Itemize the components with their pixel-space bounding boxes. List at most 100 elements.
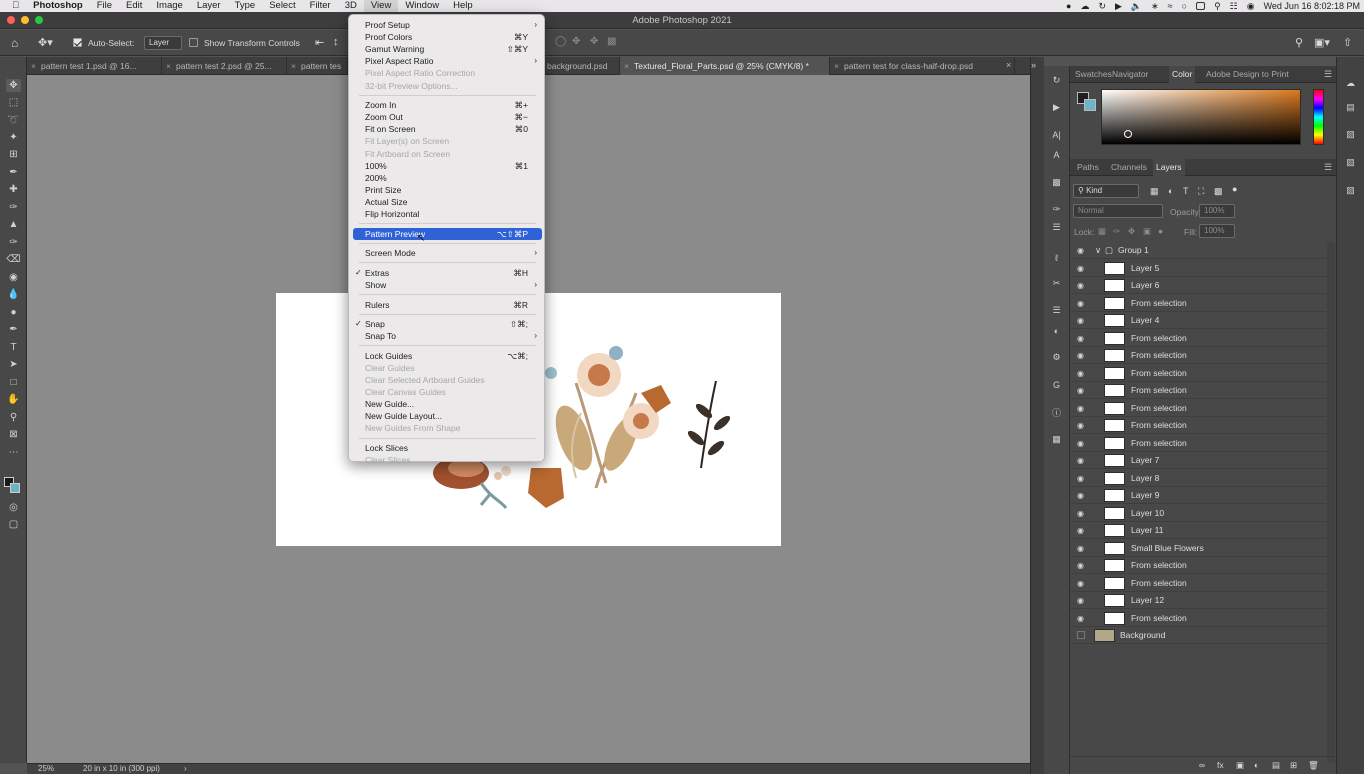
magic-wand-tool-icon[interactable]: ✦	[6, 131, 21, 144]
glyphs-panel-icon[interactable]: ℓ	[1050, 251, 1063, 264]
layer-row[interactable]: ◉ From selection	[1070, 400, 1326, 417]
visibility-eye-icon[interactable]: ◉	[1077, 439, 1084, 448]
view-menu-item-actual-size[interactable]: Actual Size	[353, 196, 542, 208]
close-tab-icon[interactable]: ×	[31, 57, 36, 75]
marquee-tool-icon[interactable]: ⬚	[6, 96, 21, 109]
more-tools-icon[interactable]: ⋯	[6, 446, 21, 459]
visibility-toggle[interactable]	[1077, 631, 1085, 639]
close-tab-icon[interactable]: ×	[1006, 60, 1011, 70]
layer-row[interactable]: ◉ From selection	[1070, 610, 1326, 627]
rectangle-tool-icon[interactable]: □	[6, 376, 21, 389]
close-tab-icon[interactable]: ×	[834, 57, 839, 75]
fx-icon[interactable]: fx	[1217, 760, 1224, 770]
layer-row[interactable]: ◉ From selection	[1070, 557, 1326, 574]
paint-bucket-tool-icon[interactable]: ◉	[6, 271, 21, 284]
view-menu-item-zoom-out[interactable]: Zoom Out ⌘−	[353, 111, 542, 123]
visibility-eye-icon[interactable]: ◉	[1077, 509, 1084, 518]
healing-brush-tool-icon[interactable]: ✚	[6, 183, 21, 196]
layer-row[interactable]: ◉ Layer 10	[1070, 505, 1326, 522]
color-picker-handle[interactable]	[1124, 130, 1132, 138]
move-tool-preset-icon[interactable]: ✥▾	[38, 36, 53, 49]
visibility-eye-icon[interactable]: ◉	[1077, 579, 1084, 588]
info-panel-icon[interactable]: ⓘ	[1050, 406, 1063, 419]
battery-icon[interactable]	[1196, 2, 1206, 10]
view-menu-item-show[interactable]: Show ›	[353, 279, 542, 291]
panel-menu-icon[interactable]: ☰	[1324, 69, 1332, 80]
lock-position-icon[interactable]: ✥	[1128, 226, 1135, 237]
layer-row[interactable]: ◉ From selection	[1070, 417, 1326, 434]
layer-row[interactable]: ◉ From selection	[1070, 295, 1326, 312]
play-icon[interactable]: ▶	[1115, 1, 1122, 12]
crop-tool-icon[interactable]: ⊞	[6, 148, 21, 161]
chevron-right-icon[interactable]: ›	[184, 764, 187, 774]
panel-collapse-strip[interactable]: »	[1030, 57, 1044, 774]
learn-panel-icon[interactable]: G	[1050, 378, 1063, 391]
visibility-eye-icon[interactable]: ◉	[1077, 351, 1084, 360]
wifi-icon[interactable]: ≈	[1168, 1, 1173, 11]
hand-tool-icon[interactable]: ✋	[6, 393, 21, 406]
workspace-icon[interactable]: ▣▾	[1314, 36, 1330, 49]
3d-rotate-icon[interactable]: ◯	[555, 36, 566, 47]
tab-channels[interactable]: Channels	[1108, 159, 1150, 176]
layer-row[interactable]: ◉ Layer 9	[1070, 487, 1326, 504]
volume-icon[interactable]: 🔈	[1131, 1, 1142, 12]
menu-view[interactable]: View	[363, 0, 399, 12]
patterns-icon[interactable]: ▧	[1344, 128, 1357, 141]
visibility-eye-icon[interactable]: ◉	[1077, 526, 1084, 535]
history-panel-icon[interactable]: ↻	[1050, 74, 1063, 87]
layer-row[interactable]: ◉ From selection	[1070, 365, 1326, 382]
control-center-icon[interactable]: ☷	[1230, 1, 1238, 12]
view-menu-item-fit-on-screen[interactable]: Fit on Screen ⌘0	[353, 123, 542, 135]
clone-stamp-tool-icon[interactable]: ▲	[6, 218, 21, 231]
visibility-eye-icon[interactable]: ◉	[1077, 456, 1084, 465]
screen-mode-icon[interactable]: ▢	[6, 518, 21, 531]
layer-row[interactable]: ◉ From selection	[1070, 575, 1326, 592]
lock-all-icon[interactable]: ●	[1158, 226, 1163, 236]
menubar-clock[interactable]: Wed Jun 16 8:02:18 PM	[1264, 1, 1360, 11]
layer-row[interactable]: ◉ From selection	[1070, 435, 1326, 452]
brush-settings-icon[interactable]: ✑	[1050, 203, 1063, 216]
opacity-field[interactable]: 100%	[1199, 204, 1235, 218]
record-icon[interactable]: ●	[1066, 1, 1071, 11]
history-brush-tool-icon[interactable]: ✑	[6, 236, 21, 249]
tab-color[interactable]: Color	[1169, 66, 1196, 83]
visibility-eye-icon[interactable]: ◉	[1077, 316, 1084, 325]
tool-presets-icon[interactable]: ✂	[1050, 277, 1063, 290]
new-layer-icon[interactable]: ⊞	[1290, 760, 1297, 771]
time-machine-icon[interactable]: ↻	[1098, 1, 1106, 12]
zoom-level[interactable]: 25%	[38, 764, 54, 774]
fill-field[interactable]: 100%	[1199, 224, 1235, 238]
visibility-eye-icon[interactable]: ◉	[1077, 369, 1084, 378]
view-menu-item-flip-horizontal[interactable]: Flip Horizontal	[353, 208, 542, 220]
view-menu-item-pattern-preview[interactable]: Pattern Preview ⌥⇧⌘P	[353, 227, 542, 240]
blur-tool-icon[interactable]: 💧	[6, 288, 21, 301]
visibility-eye-icon[interactable]: ◉	[1077, 614, 1084, 623]
menu-filter[interactable]: Filter	[303, 0, 338, 12]
menu-file[interactable]: File	[90, 0, 119, 12]
bluetooth-icon[interactable]: ∗	[1151, 1, 1159, 12]
timeline-panel-icon[interactable]: ▦	[1050, 433, 1063, 446]
close-tab-icon[interactable]: ×	[291, 57, 296, 75]
paragraph-panel-icon[interactable]: A	[1050, 148, 1063, 161]
add-mask-icon[interactable]: ▣	[1236, 760, 1244, 771]
visibility-eye-icon[interactable]: ◉	[1077, 491, 1084, 500]
zoom-tool-icon[interactable]: ⚲	[6, 411, 21, 424]
visibility-eye-icon[interactable]: ◉	[1077, 474, 1084, 483]
layer-row[interactable]: ◉ Layer 8	[1070, 470, 1326, 487]
visibility-eye-icon[interactable]: ◉	[1077, 246, 1084, 255]
visibility-eye-icon[interactable]: ◉	[1077, 334, 1084, 343]
3d-pan-icon[interactable]: ✥	[590, 36, 598, 47]
visibility-eye-icon[interactable]: ◉	[1077, 386, 1084, 395]
layer-row[interactable]: ◉ Layer 5	[1070, 260, 1326, 277]
siri-icon[interactable]: ◉	[1247, 1, 1255, 12]
align-center-icon[interactable]: ↕	[333, 36, 339, 48]
view-menu-item-print-size[interactable]: Print Size	[353, 184, 542, 196]
layer-row[interactable]: ◉ Layer 4	[1070, 312, 1326, 329]
menu-type[interactable]: Type	[228, 0, 263, 12]
tab-pattern-half-drop[interactable]: × pattern test for class-half-drop.psd	[830, 57, 1015, 75]
lasso-tool-icon[interactable]: ➰	[6, 114, 21, 127]
creative-cloud-libraries-icon[interactable]: ☁	[1344, 77, 1357, 90]
type-tool-icon[interactable]: T	[6, 341, 21, 354]
auto-select-checkbox[interactable]	[73, 38, 82, 47]
quick-mask-icon[interactable]: ◎	[6, 501, 21, 514]
